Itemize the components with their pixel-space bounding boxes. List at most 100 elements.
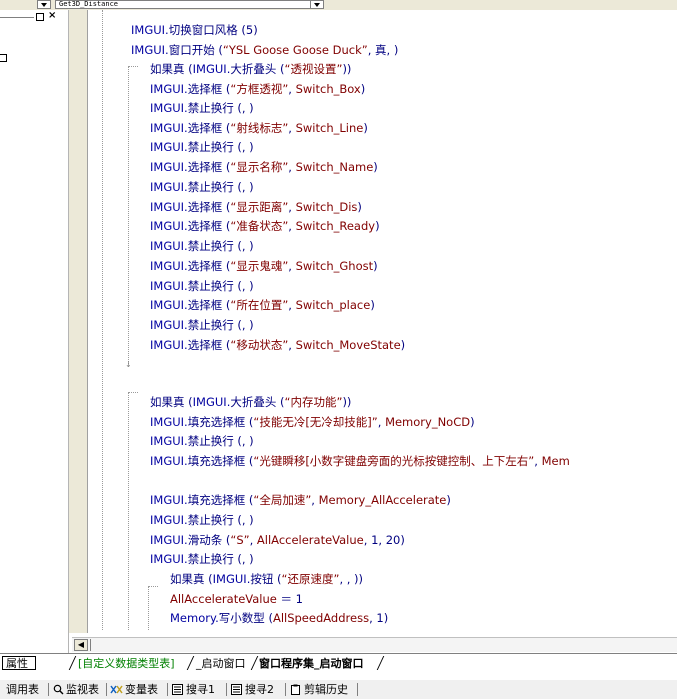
code-line[interactable]: IMGUI.禁止换行 (, ) (150, 101, 254, 115)
code-token: “显示名称” (230, 160, 289, 174)
magnifier-icon (53, 684, 64, 695)
toolbar-separator (285, 683, 286, 696)
properties-tab[interactable]: 属性 (2, 656, 36, 670)
code-token: “显示距离” (230, 200, 289, 214)
code-token: IMGUI. (150, 338, 188, 352)
code-editor[interactable]: ↓ IMGUI.切换窗口风格 (5) IMGUI.窗口开始 (“YSL Goose… (88, 10, 677, 633)
code-token: 1 (376, 611, 384, 625)
code-token: “还原速度” (281, 572, 340, 586)
code-token: IMGUI. (150, 121, 188, 135)
code-token: IMGUI. (150, 101, 188, 115)
code-line[interactable]: 如果真 (IMGUI.大折叠头 (“内存功能”)) (150, 395, 351, 409)
code-line[interactable]: IMGUI.禁止换行 (, ) (150, 318, 254, 332)
code-token: , (367, 43, 376, 57)
code-token: “显示鬼魂” (230, 259, 289, 273)
code-token: IMGUI. (131, 43, 169, 57)
code-line[interactable]: IMGUI.选择框 (“显示鬼魂”, Switch_Ghost) (150, 259, 378, 273)
code-token: 1 (295, 592, 303, 606)
code-token: Switch_Ghost (295, 259, 374, 273)
call-table-tab[interactable]: 调用表 (6, 683, 39, 697)
code-token: , (534, 454, 542, 468)
code-line[interactable]: 如果真 (IMGUI.大折叠头 (“透视设置”)) (150, 62, 351, 76)
code-token: AllAccelerateValue (256, 533, 364, 547)
search1-tab[interactable]: 搜寻1 (186, 683, 215, 697)
watch-table-tab[interactable]: 监视表 (66, 683, 99, 697)
close-icon[interactable]: × (48, 10, 56, 22)
code-token: 大折叠头 ( (230, 395, 285, 409)
code-token: 选择框 ( (187, 200, 231, 214)
code-token: 选择框 ( (187, 160, 231, 174)
code-line[interactable]: IMGUI.填充选择框 (“技能无冷[无冷却技能]”, Memory_NoCD) (150, 415, 475, 429)
tab-window-assembly[interactable]: 窗口程序集_启动窗口 (259, 656, 364, 671)
block-guide (102, 10, 103, 630)
search-list-icon (231, 684, 242, 695)
tab-custom-data-types[interactable]: [自定义数据类型表] (78, 656, 175, 671)
code-token: IMGUI. (150, 279, 188, 293)
code-token: 禁止换行 (, ) (187, 318, 254, 332)
code-token: 禁止换行 (, ) (187, 434, 254, 448)
code-token: Switch_Dis (295, 200, 358, 214)
tab-separator (250, 656, 259, 670)
code-line[interactable]: IMGUI.填充选择框 (“全局加速”, Memory_AllAccelerat… (150, 493, 451, 507)
code-token: IMGUI. (150, 533, 188, 547)
block-guide (128, 392, 138, 393)
subroutine-dropdown-arrow[interactable] (310, 0, 324, 9)
code-token: , (288, 338, 296, 352)
code-token: IMGUI. (150, 140, 188, 154)
code-line[interactable]: IMGUI.切换窗口风格 (5) (131, 23, 258, 37)
left-panel-header: × (0, 10, 64, 24)
code-line[interactable]: IMGUI.选择框 (“射线标志”, Switch_Line) (150, 121, 368, 135)
code-token: , (288, 121, 296, 135)
pin-icon[interactable] (36, 13, 44, 21)
clip-history-tab[interactable]: 剪辑历史 (304, 683, 348, 697)
code-token: “准备状态” (230, 219, 289, 233)
code-line[interactable]: IMGUI.选择框 (“显示名称”, Switch_Name) (150, 160, 378, 174)
code-line[interactable]: IMGUI.选择框 (“方框透视”, Switch_Box) (150, 82, 365, 96)
panel-grip (0, 17, 34, 18)
code-token: , (288, 298, 296, 312)
code-line[interactable]: IMGUI.禁止换行 (, ) (150, 279, 254, 293)
code-token: ) (370, 298, 375, 312)
code-token: IMGUI. (150, 298, 188, 312)
code-line[interactable]: IMGUI.禁止换行 (, ) (150, 552, 254, 566)
code-token: , (288, 200, 296, 214)
code-line[interactable]: IMGUI.选择框 (“所在位置”, Switch_place) (150, 298, 375, 312)
code-token: 按钮 ( (250, 572, 282, 586)
block-end-arrow-icon: ↓ (125, 360, 132, 369)
code-token: IMGUI. (150, 434, 188, 448)
scroll-left-button[interactable]: ◀ (74, 639, 88, 651)
code-line[interactable]: IMGUI.选择框 (“移动状态”, Switch_MoveState) (150, 338, 405, 352)
dropdown-arrow-button[interactable] (37, 0, 51, 9)
code-line[interactable]: IMGUI.选择框 (“显示距离”, Switch_Dis) (150, 200, 362, 214)
code-token: Mem (541, 454, 570, 468)
code-line[interactable]: Memory.写小数型 (AllSpeedAddress, 1) (170, 611, 388, 625)
code-line[interactable]: AllAccelerateValue ＝ 1 (170, 592, 303, 606)
code-line[interactable]: IMGUI.禁止换行 (, ) (150, 434, 254, 448)
block-guide (128, 66, 129, 364)
code-line[interactable]: IMGUI.禁止换行 (, ) (150, 239, 254, 253)
variable-table-tab[interactable]: 变量表 (125, 683, 158, 697)
code-token: “技能无冷[无冷却技能]” (253, 415, 378, 429)
subroutine-dropdown[interactable]: Get3D_Distance (55, 0, 315, 9)
code-line[interactable]: 如果真 (IMGUI.按钮 (“还原速度”, , )) (170, 572, 363, 586)
search2-tab[interactable]: 搜寻2 (245, 683, 274, 697)
code-line[interactable]: IMGUI.禁止换行 (, ) (150, 180, 254, 194)
code-token: , (363, 533, 372, 547)
tree-node-icon[interactable] (0, 54, 7, 62)
code-token: IMGUI. (150, 82, 188, 96)
code-token: 选择框 ( (187, 82, 231, 96)
code-line[interactable]: IMGUI.填充选择框 (“光键瞬移[小数字键盘旁面的光标按键控制、上下左右”,… (150, 454, 570, 468)
tab-startup-window[interactable]: _启动窗口 (196, 656, 246, 671)
scroll-track[interactable] (90, 639, 105, 651)
code-line[interactable]: IMGUI.滑动条 (“S”, AllAccelerateValue, 1, 2… (150, 533, 405, 547)
code-line[interactable]: IMGUI.窗口开始 (“YSL Goose Goose Duck”, 真, ) (131, 43, 398, 57)
code-token: )) (342, 395, 352, 409)
code-line[interactable]: IMGUI.禁止换行 (, ) (150, 140, 254, 154)
horizontal-scrollbar[interactable]: ◀ (72, 637, 677, 652)
variable-icon (110, 684, 123, 694)
bottom-toolbar: 调用表 监视表 变量表 搜寻1 搜寻2 剪辑历史 (0, 680, 677, 699)
code-line[interactable]: IMGUI.禁止换行 (, ) (150, 513, 254, 527)
code-line[interactable]: IMGUI.选择框 (“准备状态”, Switch_Ready) (150, 219, 380, 233)
tab-separator (376, 656, 385, 670)
code-token: 禁止换行 (, ) (187, 279, 254, 293)
